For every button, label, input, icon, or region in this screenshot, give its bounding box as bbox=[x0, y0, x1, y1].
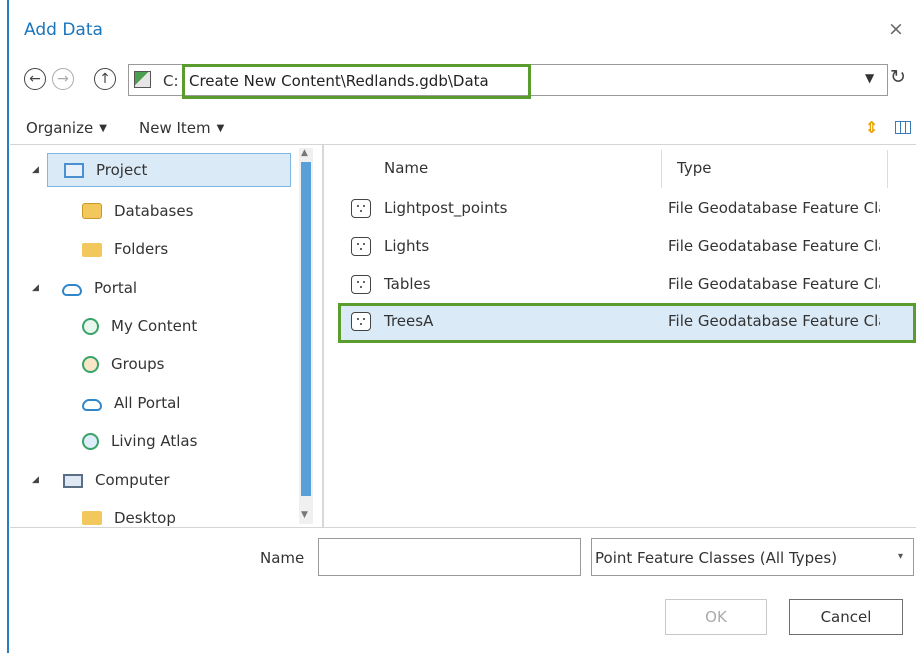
chevron-down-icon: ▾ bbox=[897, 551, 903, 562]
point-feature-class-icon bbox=[351, 312, 371, 331]
folder-icon bbox=[82, 511, 102, 525]
tree-item-label: Portal bbox=[94, 279, 138, 297]
tree-item-label: Computer bbox=[95, 471, 170, 489]
tree-item-groups[interactable]: Groups bbox=[82, 347, 164, 381]
cloud-icon bbox=[82, 398, 102, 411]
tree-item-label: Groups bbox=[111, 355, 165, 373]
forward-button[interactable]: → bbox=[52, 68, 74, 90]
database-icon bbox=[82, 203, 102, 219]
filter-value: Point Feature Classes (All Types) bbox=[595, 549, 838, 567]
list-row[interactable]: Lightpost_points File Geodatabase Featur… bbox=[338, 190, 916, 228]
tree-scrollbar[interactable]: ▲ ▼ bbox=[299, 148, 313, 524]
view-columns-icon[interactable] bbox=[895, 121, 911, 134]
cancel-button[interactable]: Cancel bbox=[789, 599, 903, 635]
folder-icon bbox=[82, 243, 102, 257]
point-feature-class-icon bbox=[351, 199, 371, 218]
footer-divider bbox=[10, 527, 916, 528]
user-content-icon bbox=[82, 317, 99, 335]
tree-item-label: Project bbox=[96, 161, 148, 179]
organize-label: Organize bbox=[26, 119, 94, 137]
row-name: TreesA bbox=[384, 312, 434, 330]
scrollbar-thumb[interactable] bbox=[301, 162, 311, 496]
tree-item-databases[interactable]: Databases bbox=[82, 194, 193, 228]
row-name: Tables bbox=[384, 275, 431, 293]
column-header-type[interactable]: Type bbox=[677, 148, 711, 190]
new-item-label: New Item bbox=[139, 119, 211, 137]
ok-button[interactable]: OK bbox=[665, 599, 767, 635]
new-item-menu[interactable]: New Item ▼ bbox=[139, 119, 224, 137]
tree-item-label: Desktop bbox=[114, 509, 176, 527]
geodatabase-icon bbox=[134, 71, 151, 88]
address-dropdown-icon[interactable]: ▼ bbox=[865, 71, 874, 85]
row-type: File Geodatabase Feature Class bbox=[668, 312, 880, 330]
computer-icon bbox=[63, 474, 83, 488]
scroll-up-icon[interactable]: ▲ bbox=[301, 148, 308, 158]
tree-item-label: All Portal bbox=[114, 394, 181, 412]
column-divider[interactable] bbox=[661, 150, 662, 188]
refresh-icon[interactable]: ↻ bbox=[890, 66, 906, 88]
point-feature-class-icon bbox=[351, 275, 371, 294]
groups-icon bbox=[82, 355, 99, 373]
cloud-icon bbox=[62, 283, 82, 296]
window-frame bbox=[7, 0, 9, 653]
name-field[interactable] bbox=[318, 538, 581, 576]
tree-item-my-content[interactable]: My Content bbox=[82, 309, 197, 343]
tree-item-folders[interactable]: Folders bbox=[82, 232, 168, 266]
expand-icon[interactable]: ◢ bbox=[32, 165, 39, 175]
column-divider[interactable] bbox=[887, 150, 888, 188]
expand-icon[interactable]: ◢ bbox=[32, 475, 39, 485]
tree-item-portal[interactable]: ◢ Portal bbox=[10, 271, 300, 305]
list-row[interactable]: Tables File Geodatabase Feature Class bbox=[338, 266, 916, 304]
row-name: Lights bbox=[384, 237, 430, 255]
column-header-name[interactable]: Name bbox=[384, 148, 428, 190]
row-name: Lightpost_points bbox=[384, 199, 508, 217]
row-type: File Geodatabase Feature Class bbox=[668, 199, 880, 217]
tree-item-all-portal[interactable]: All Portal bbox=[82, 386, 180, 420]
pane-splitter[interactable] bbox=[322, 145, 324, 527]
close-icon[interactable]: × bbox=[888, 18, 904, 40]
back-button[interactable]: ← bbox=[24, 68, 46, 90]
tree-item-desktop[interactable]: Desktop bbox=[82, 503, 176, 527]
list-row-selected[interactable]: TreesA File Geodatabase Feature Class bbox=[338, 303, 916, 343]
organize-menu[interactable]: Organize ▼ bbox=[26, 119, 107, 137]
point-feature-class-icon bbox=[351, 237, 371, 256]
scroll-down-icon[interactable]: ▼ bbox=[301, 510, 308, 520]
project-folder-icon bbox=[64, 162, 84, 178]
living-atlas-icon bbox=[82, 432, 99, 450]
address-prefix: C: bbox=[163, 72, 179, 90]
tree-item-label: Living Atlas bbox=[111, 432, 198, 450]
expand-icon[interactable]: ◢ bbox=[32, 283, 39, 293]
dialog-title: Add Data bbox=[24, 20, 103, 40]
add-data-dialog: Add Data × ← → ↑ C: Create New Content\R… bbox=[0, 0, 916, 653]
tree-item-computer[interactable]: ◢ Computer bbox=[10, 463, 300, 497]
tree-item-living-atlas[interactable]: Living Atlas bbox=[82, 424, 197, 458]
chevron-down-icon: ▼ bbox=[99, 123, 107, 134]
filter-dropdown[interactable]: Point Feature Classes (All Types) ▾ bbox=[591, 538, 914, 576]
name-label: Name bbox=[260, 549, 305, 567]
up-button[interactable]: ↑ bbox=[94, 68, 116, 90]
tree-item-project[interactable]: ◢ Project bbox=[10, 153, 300, 187]
address-path[interactable]: Create New Content\Redlands.gdb\Data bbox=[182, 64, 531, 99]
toolbar-divider bbox=[10, 144, 916, 145]
list-row[interactable]: Lights File Geodatabase Feature Class bbox=[338, 228, 916, 266]
chevron-down-icon: ▼ bbox=[216, 123, 225, 134]
tree-item-label: Databases bbox=[114, 202, 194, 220]
tree-item-label: Folders bbox=[114, 240, 169, 258]
row-type: File Geodatabase Feature Class bbox=[668, 275, 880, 293]
row-type: File Geodatabase Feature Class bbox=[668, 237, 880, 255]
tree-item-label: My Content bbox=[111, 317, 198, 335]
sort-icon[interactable]: ⇕ bbox=[865, 118, 878, 137]
